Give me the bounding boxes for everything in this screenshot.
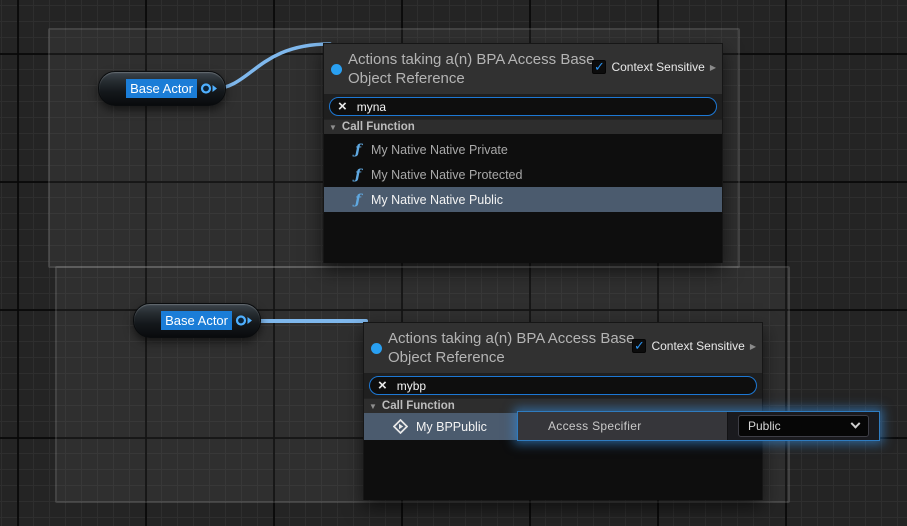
- access-specifier-tooltip: Access Specifier Public: [517, 411, 880, 441]
- node-label: Base Actor: [126, 79, 197, 98]
- context-sensitive-label: Context Sensitive: [611, 60, 704, 74]
- tooltip-combo-section: Public: [728, 412, 879, 440]
- node-label: Base Actor: [161, 311, 232, 330]
- search-input[interactable]: [357, 100, 708, 114]
- category-call-function[interactable]: ▼ Call Function: [324, 119, 722, 134]
- menu-title: Actions taking a(n) BPA Access Base Obje…: [348, 50, 596, 88]
- collapse-triangle-icon[interactable]: ▼: [369, 402, 377, 411]
- object-pin-dot-icon: [331, 64, 342, 75]
- context-sensitive-label: Context Sensitive: [651, 339, 744, 353]
- search-field[interactable]: ×: [369, 376, 757, 395]
- menu-options-expander-icon[interactable]: ▶: [710, 63, 716, 72]
- menu-item-list: ƒ My Native Native Private ƒ My Native N…: [324, 134, 722, 263]
- search-row: ×: [364, 373, 762, 398]
- base-actor-node-2[interactable]: Base Actor: [133, 303, 261, 338]
- function-icon: ƒ: [353, 167, 363, 183]
- clear-search-icon[interactable]: ×: [378, 378, 387, 393]
- output-pin-icon[interactable]: [235, 314, 253, 327]
- search-row: ×: [324, 94, 722, 119]
- menu-title: Actions taking a(n) BPA Access Base Obje…: [388, 329, 636, 367]
- function-icon: ƒ: [353, 192, 363, 208]
- base-actor-node-1[interactable]: Base Actor: [98, 71, 226, 106]
- chevron-down-icon: [851, 418, 861, 428]
- menu-item[interactable]: ƒ My Native Native Private: [324, 137, 722, 162]
- context-sensitive-checkbox[interactable]: ✓: [592, 60, 606, 74]
- blueprint-function-diamond-icon: [393, 419, 408, 434]
- search-field[interactable]: ×: [329, 97, 717, 116]
- function-icon: ƒ: [353, 142, 363, 158]
- access-specifier-label: Access Specifier: [548, 419, 642, 433]
- search-input[interactable]: [397, 379, 748, 393]
- clear-search-icon[interactable]: ×: [338, 99, 347, 114]
- menu-item-selected[interactable]: ƒ My Native Native Public: [324, 187, 722, 212]
- collapse-triangle-icon[interactable]: ▼: [329, 123, 337, 132]
- menu-options-expander-icon[interactable]: ▶: [750, 342, 756, 351]
- dropdown-selected-value: Public: [748, 419, 781, 433]
- menu-header: Actions taking a(n) BPA Access Base Obje…: [324, 44, 722, 94]
- output-pin-icon[interactable]: [200, 82, 218, 95]
- tooltip-label-section: Access Specifier: [518, 412, 728, 440]
- context-sensitive-checkbox[interactable]: ✓: [632, 339, 646, 353]
- menu-header: Actions taking a(n) BPA Access Base Obje…: [364, 323, 762, 373]
- menu-item[interactable]: ƒ My Native Native Protected: [324, 162, 722, 187]
- context-menu-top: Actions taking a(n) BPA Access Base Obje…: [323, 43, 723, 263]
- object-pin-dot-icon: [371, 343, 382, 354]
- access-specifier-dropdown[interactable]: Public: [738, 415, 869, 437]
